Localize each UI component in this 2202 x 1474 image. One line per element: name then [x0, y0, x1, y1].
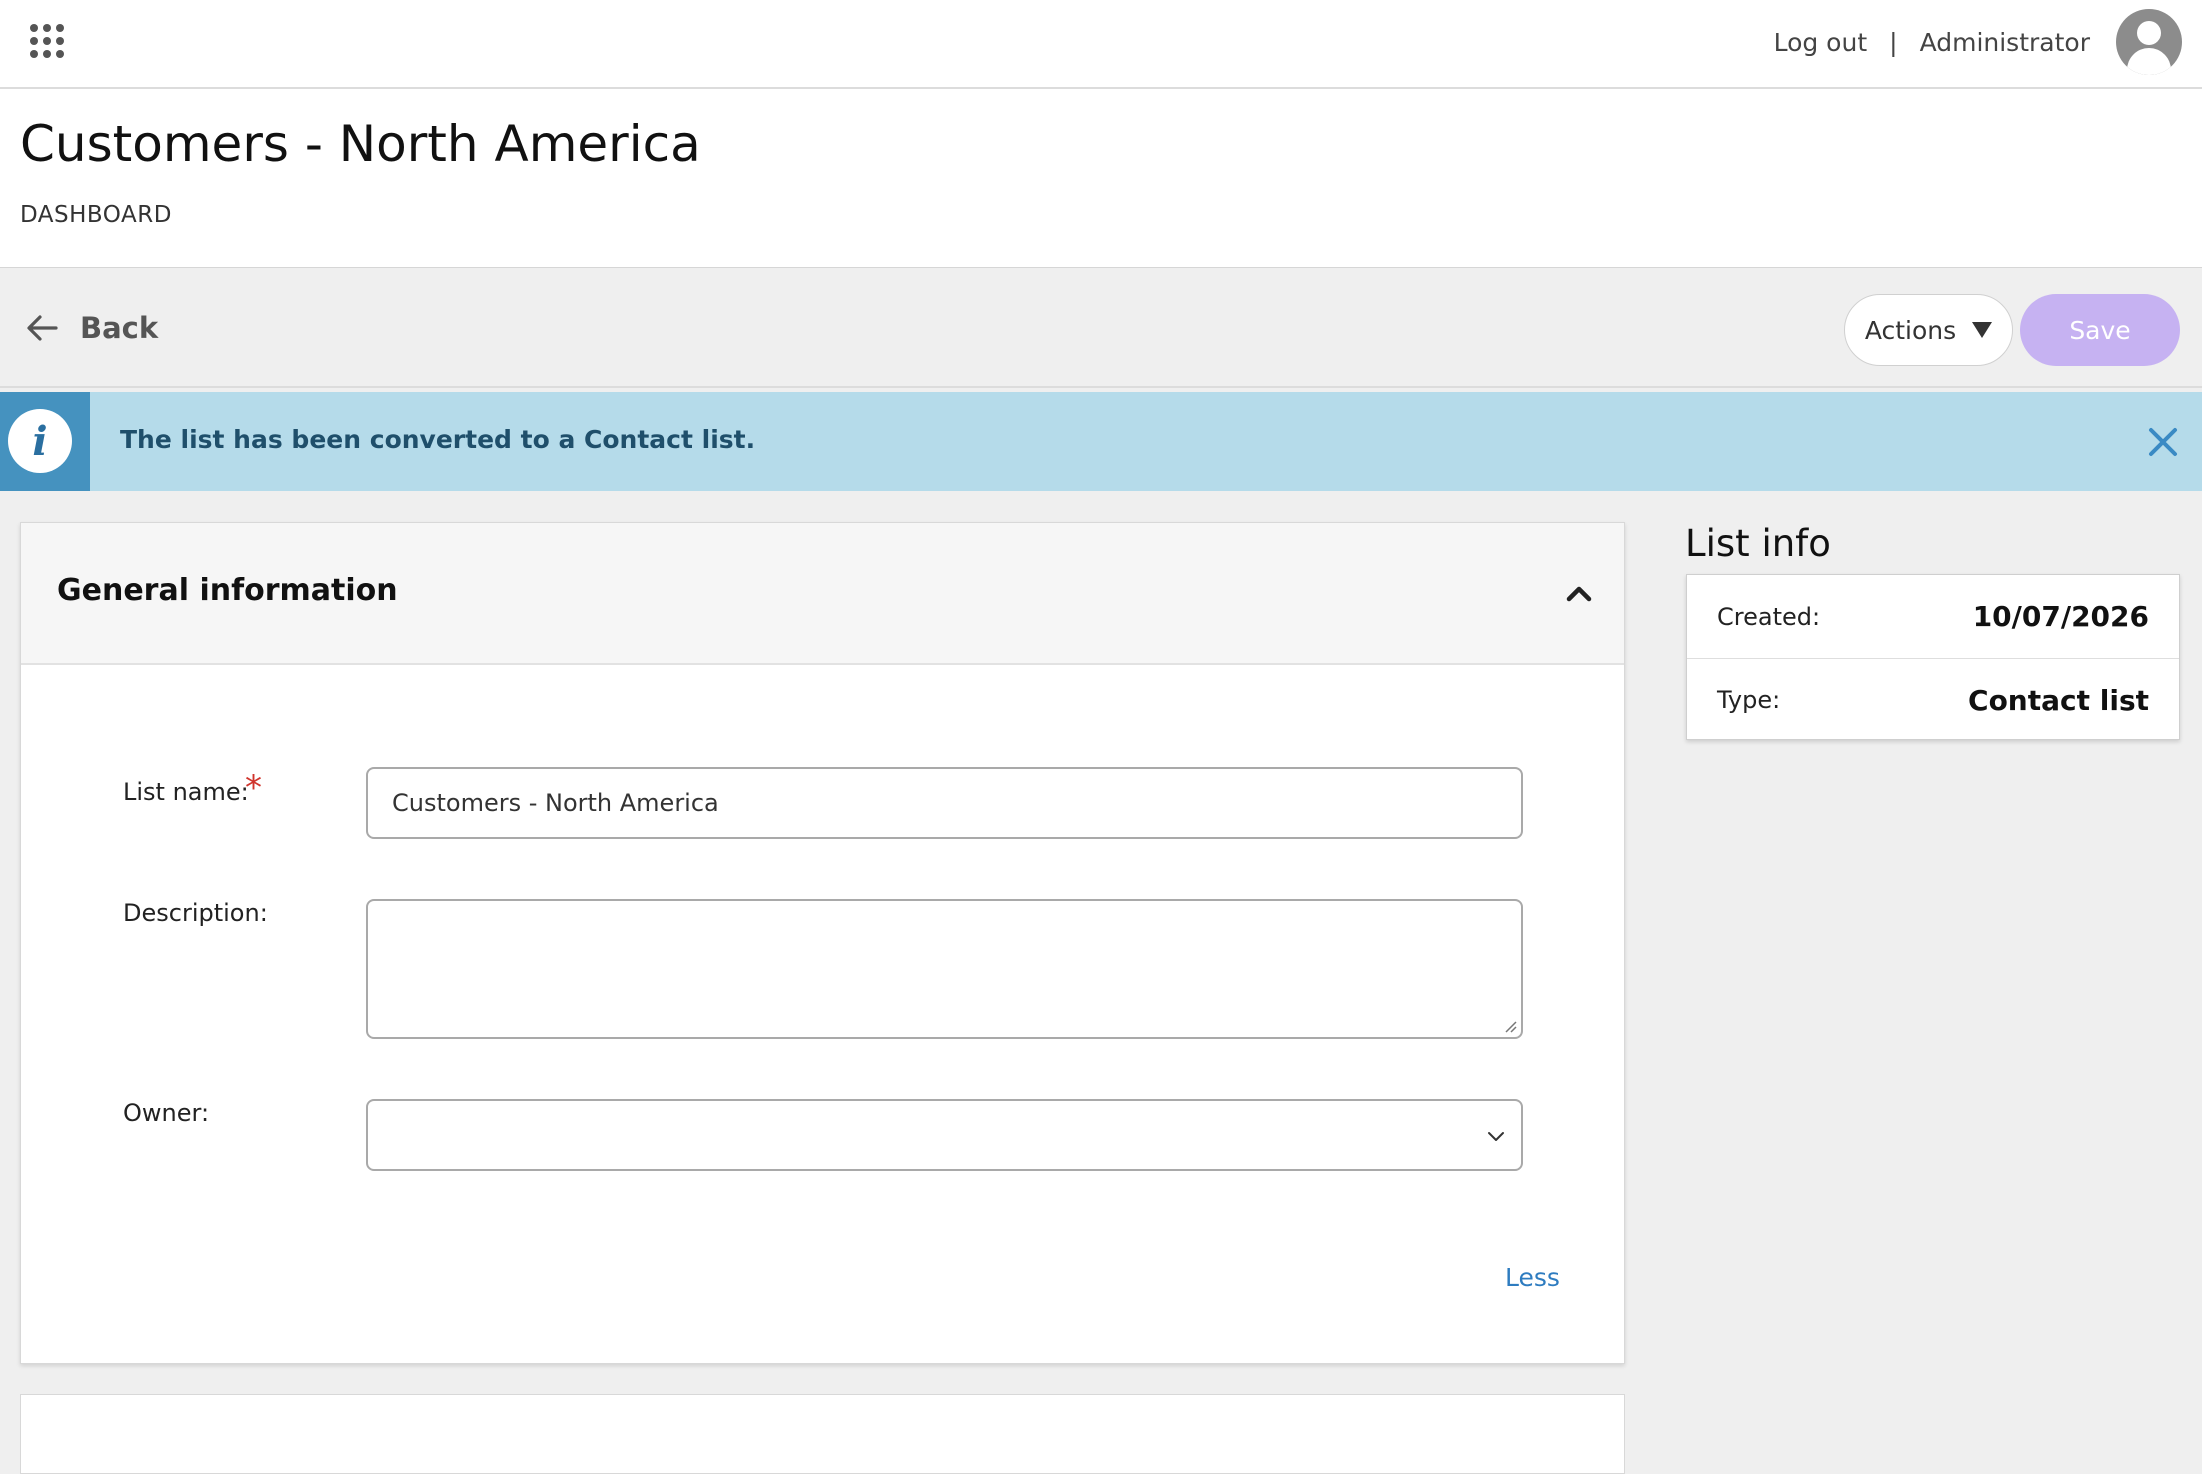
- user-avatar-icon[interactable]: [2116, 9, 2182, 75]
- resize-grip-icon[interactable]: [1503, 1019, 1517, 1033]
- user-menu: Log out | Administrator: [1774, 0, 2182, 84]
- page-header: Customers - North America DASHBOARD: [0, 89, 2202, 268]
- back-button[interactable]: Back: [24, 310, 158, 346]
- description-textarea[interactable]: [366, 899, 1523, 1039]
- less-link[interactable]: Less: [1505, 1263, 1560, 1292]
- chevron-down-icon: [1488, 1132, 1504, 1141]
- list-name-label-text: List name:: [123, 778, 249, 806]
- banner-message: The list has been converted to a Contact…: [120, 425, 756, 454]
- card-title: General information: [57, 573, 398, 608]
- user-name[interactable]: Administrator: [1920, 28, 2090, 57]
- list-info-title: List info: [1685, 522, 1831, 565]
- arrow-left-icon: [27, 315, 58, 341]
- required-marker: *: [245, 768, 262, 808]
- top-bar: Log out | Administrator: [0, 0, 2202, 89]
- list-name-value: Customers - North America: [392, 789, 719, 817]
- next-section-card: [20, 1394, 1625, 1474]
- separator: |: [1889, 27, 1898, 57]
- info-row-created: Created: 10/07/2026: [1687, 575, 2179, 658]
- description-label: Description:: [123, 899, 268, 927]
- info-icon-box: i: [0, 392, 90, 491]
- chevron-up-icon[interactable]: [1561, 575, 1597, 611]
- created-label: Created:: [1717, 602, 1821, 631]
- created-value: 10/07/2026: [1972, 600, 2149, 633]
- back-label: Back: [80, 311, 159, 345]
- general-information-card: General information List name: * Custome…: [20, 522, 1625, 1364]
- toolbar: Back Actions Save: [0, 268, 2202, 388]
- actions-label: Actions: [1864, 315, 1957, 345]
- close-icon[interactable]: [2143, 422, 2183, 462]
- logout-link[interactable]: Log out: [1774, 28, 1868, 57]
- owner-label: Owner:: [123, 1099, 210, 1127]
- owner-select[interactable]: [366, 1099, 1523, 1171]
- list-name-label: List name: *: [123, 768, 262, 808]
- info-icon: i: [8, 409, 72, 473]
- list-name-input[interactable]: Customers - North America: [366, 767, 1523, 839]
- info-banner: i The list has been converted to a Conta…: [0, 392, 2202, 491]
- breadcrumb[interactable]: DASHBOARD: [20, 202, 172, 228]
- save-button[interactable]: Save: [2020, 294, 2180, 366]
- grid-apps-icon[interactable]: [28, 22, 64, 58]
- card-header[interactable]: General information: [21, 523, 1624, 665]
- type-label: Type:: [1717, 686, 1781, 714]
- info-row-type: Type: Contact list: [1687, 658, 2179, 741]
- list-info-box: Created: 10/07/2026 Type: Contact list: [1686, 574, 2180, 740]
- actions-dropdown-button[interactable]: Actions: [1844, 294, 2013, 366]
- type-value: Contact list: [1968, 683, 2149, 717]
- caret-down-icon: [1972, 322, 1993, 338]
- page-title: Customers - North America: [20, 115, 701, 173]
